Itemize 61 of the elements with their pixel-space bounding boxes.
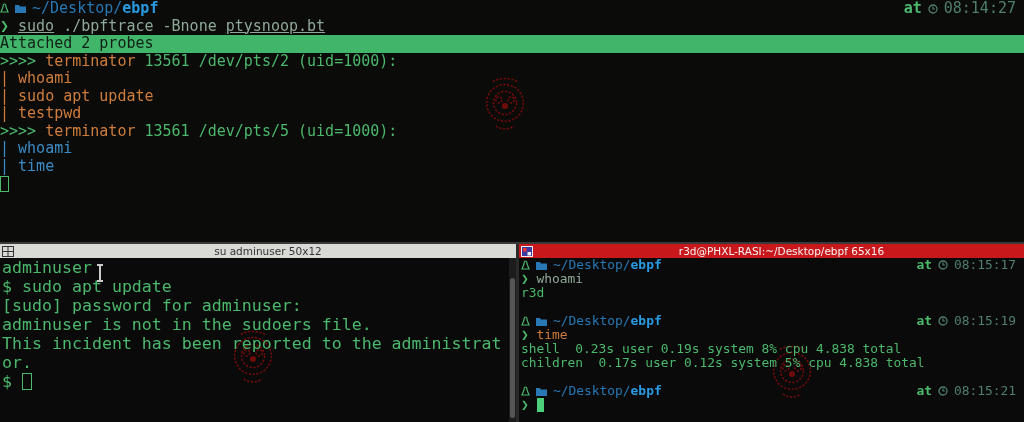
terminal-text: adminuser (2, 258, 92, 277)
terminal-text: r3d (521, 286, 545, 300)
prompt-symbol: $ (2, 372, 13, 391)
terminal-text: 13561 /dev/pts/5 (uid=1000): (143, 122, 398, 140)
clock-icon (927, 3, 938, 14)
terminal-text: adminuser is not in the sudoers file. (2, 315, 372, 334)
penguin-icon (0, 3, 9, 15)
grid-icon[interactable] (2, 245, 14, 257)
time-text: 08:15:19 (953, 314, 1016, 328)
text-pointer-icon (96, 264, 104, 282)
terminal-text: ptysnoop.bt (225, 17, 326, 35)
folder-icon (536, 260, 547, 270)
at-text: at (916, 314, 932, 328)
status-banner: Attached 2 probes (0, 35, 1024, 53)
prompt-symbol: ❯ (521, 328, 529, 342)
pane-title: su adminuser 50x12 (213, 244, 323, 259)
penguin-icon (521, 385, 530, 397)
terminal-text: whoami (536, 272, 584, 286)
terminal-text: terminator (45, 122, 136, 140)
folder-icon (536, 386, 547, 396)
terminal-text: >>>> (0, 52, 38, 70)
prompt-symbol: ❯ (0, 17, 10, 35)
terminal-text: | sudo apt update (0, 87, 154, 105)
prompt-symbol: ❯ (521, 272, 529, 286)
path-text: ~/Desktop/ebpf (32, 0, 159, 18)
terminal-text: | whoami (0, 70, 73, 88)
terminal-text: | time (0, 157, 55, 175)
path-text: ~/Desktop/ebpf (553, 314, 662, 328)
at-text: at (916, 258, 932, 272)
clock-icon (937, 386, 948, 396)
penguin-icon (521, 259, 530, 271)
folder-icon (536, 316, 547, 326)
at-text: at (903, 0, 922, 18)
path-text: ~/Desktop/ebpf (553, 258, 662, 272)
terminal-text: terminator (45, 52, 136, 70)
terminal-text: ./bpftrace -Bnone (62, 17, 218, 35)
time-text: 08:14:27 (943, 0, 1016, 18)
path-text: ~/Desktop/ebpf (553, 384, 662, 398)
terminal-text: shell 0.23s user 0.19s system 8% cpu 4.838 total (521, 342, 902, 356)
clock-icon (937, 260, 948, 270)
prompt-symbol: ❯ (521, 398, 529, 412)
terminal-text: 13561 /dev/pts/2 (uid=1000): (143, 52, 398, 70)
clock-icon (937, 316, 948, 326)
split-icon[interactable] (521, 245, 533, 257)
terminal-text: time (536, 328, 568, 342)
terminal-text: This incident has been reported to the administrat (2, 334, 502, 353)
terminal-text: | testpwd (0, 105, 82, 123)
at-text: at (916, 384, 932, 398)
terminal-text: or. (2, 353, 32, 372)
terminal-text: children 0.17s user 0.12s system 5% cpu 4.838 total (521, 356, 925, 370)
terminal-text: sudo (18, 17, 55, 35)
time-text: 08:15:17 (953, 258, 1016, 272)
pane-title: r3d@PHXL-RASI:~/Desktop/ebpf 65x16 (677, 244, 886, 258)
terminal-text: [sudo] password for adminuser: (2, 296, 302, 315)
folder-icon (15, 4, 26, 14)
terminal-text: | whoami (0, 140, 73, 158)
terminal-text: $ sudo apt update (2, 277, 172, 296)
penguin-icon (521, 315, 530, 327)
terminal-text: >>>> (0, 122, 38, 140)
time-text: 08:15:21 (953, 384, 1016, 398)
scrollbar[interactable] (509, 258, 516, 422)
